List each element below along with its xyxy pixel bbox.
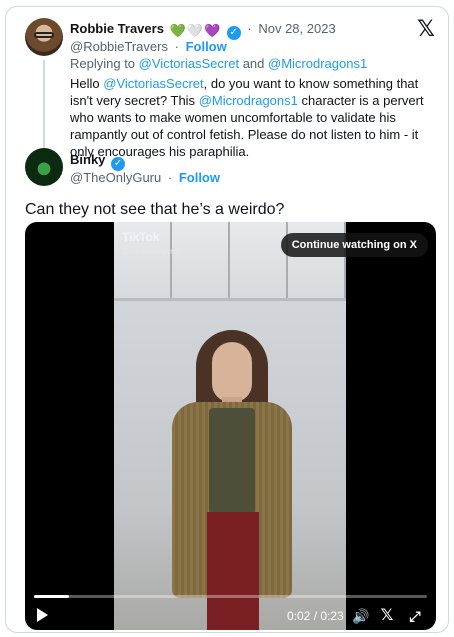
purple-heart-icon: 💜	[203, 23, 221, 38]
follow-button[interactable]: Follow	[186, 39, 227, 54]
tweet-card[interactable]: Robbie Travers 💚🤍💜 ✓ · Nov 28, 2023 𝕏 @R…	[5, 6, 449, 633]
video-frame: TikTok @microdragons	[114, 222, 346, 630]
author-handle[interactable]: @TheOnlyGuru	[70, 170, 161, 185]
mention-link[interactable]: @VictoriasSecret	[139, 56, 239, 71]
verified-badge-icon[interactable]: ✓	[226, 26, 241, 40]
video-time: 0:02 / 0:23	[287, 609, 344, 623]
quoted-tweet-text: Hello @VictoriasSecret, do you want to k…	[70, 76, 424, 159]
video-player[interactable]: TikTok @microdragons Continue watching o…	[25, 222, 436, 630]
tweet-date[interactable]: Nov 28, 2023	[258, 21, 335, 36]
volume-icon[interactable]: 🔊	[352, 607, 370, 625]
binky-avatar[interactable]	[25, 148, 63, 186]
author-name[interactable]: Binky	[70, 152, 105, 167]
video-progress-fill	[34, 595, 70, 598]
robbie-avatar[interactable]	[25, 18, 63, 56]
x-logo-icon[interactable]: 𝕏	[378, 607, 396, 625]
thread-line	[43, 60, 45, 150]
video-controls: 0:02 / 0:23 🔊 𝕏 ⤢	[25, 605, 436, 627]
mention-link[interactable]: @Microdragons1	[199, 93, 298, 108]
tiktok-watermark: TikTok	[122, 230, 160, 244]
quoted-tweet-header: Robbie Travers 💚🤍💜 ✓ · Nov 28, 2023	[70, 21, 336, 40]
continue-watching-button[interactable]: Continue watching on X	[280, 233, 428, 257]
mention-link[interactable]: @VictoriasSecret	[103, 76, 203, 91]
author-name[interactable]: Robbie Travers	[70, 21, 164, 36]
video-progress-bar[interactable]	[34, 595, 427, 598]
replying-to: Replying to @VictoriasSecret and @Microd…	[70, 56, 368, 71]
tiktok-handle: @microdragons	[122, 247, 179, 256]
heart-emojis: 💚🤍💜	[170, 22, 222, 39]
white-heart-icon: 🤍	[186, 23, 203, 38]
x-logo-icon[interactable]: 𝕏	[416, 18, 436, 40]
tweet-text: Can they not see that he’s a weirdo?	[25, 201, 285, 218]
fullscreen-icon[interactable]: ⤢	[406, 607, 424, 625]
main-handle-line: @TheOnlyGuru · Follow	[70, 170, 220, 185]
play-icon[interactable]	[37, 608, 48, 622]
quoted-handle-line: @RobbieTravers · Follow	[70, 39, 227, 54]
main-author-line: Binky ✓	[70, 151, 126, 171]
follow-button[interactable]: Follow	[179, 170, 220, 185]
mention-link[interactable]: @Microdragons1	[268, 56, 367, 71]
green-heart-icon: 💚	[169, 23, 186, 38]
author-handle[interactable]: @RobbieTravers	[70, 39, 168, 54]
